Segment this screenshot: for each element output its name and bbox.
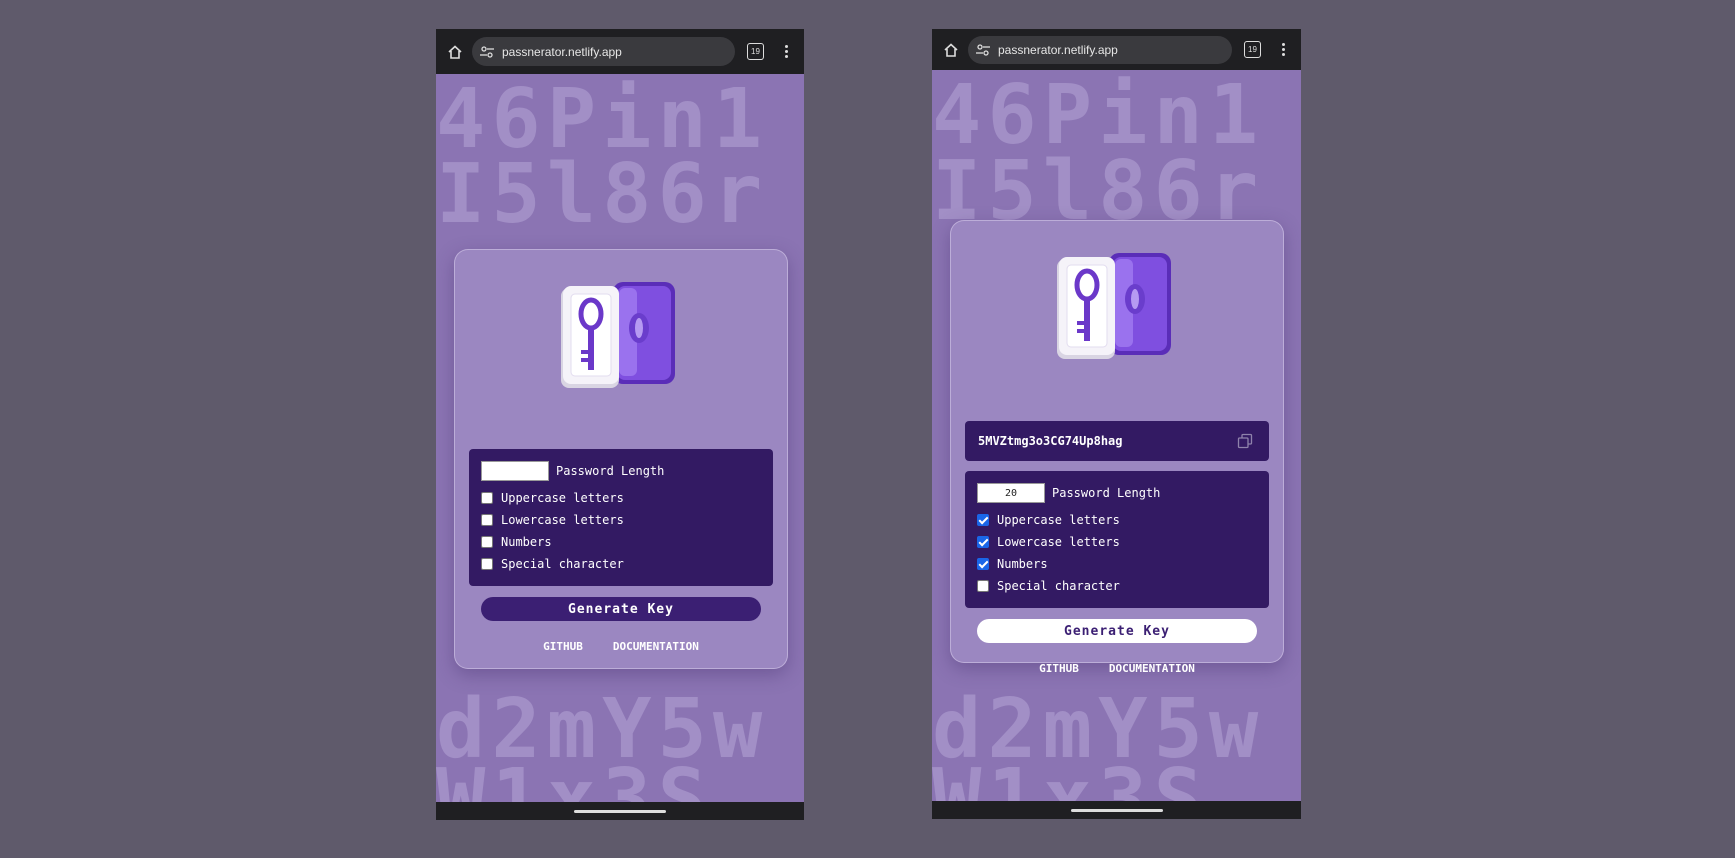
options-panel: 20 Password Length Uppercase letters Low… <box>965 471 1269 608</box>
site-settings-icon[interactable] <box>480 45 494 58</box>
option-label: Lowercase letters <box>501 513 624 527</box>
option-uppercase[interactable]: Uppercase letters <box>977 513 1120 527</box>
length-input[interactable]: 20 <box>977 483 1045 503</box>
option-special[interactable]: Special character <box>481 557 624 571</box>
option-numbers[interactable]: Numbers <box>481 535 552 549</box>
phone-screen-right: 46Pin1 I5l86r d2mY5w W1x3S passnerator.n… <box>932 29 1301 819</box>
documentation-link[interactable]: DOCUMENTATION <box>1109 662 1195 675</box>
option-uppercase[interactable]: Uppercase letters <box>481 491 624 505</box>
length-input[interactable] <box>481 461 549 481</box>
home-indicator[interactable] <box>574 810 666 813</box>
option-lowercase[interactable]: Lowercase letters <box>977 535 1120 549</box>
home-icon[interactable] <box>446 43 464 61</box>
safe-key-logo <box>1057 253 1171 359</box>
home-indicator[interactable] <box>1070 809 1163 812</box>
tab-count: 19 <box>1248 45 1257 54</box>
safe-key-logo <box>561 282 675 388</box>
length-row: 20 Password Length <box>977 483 1160 503</box>
address-bar[interactable]: passnerator.netlify.app <box>968 35 1232 64</box>
option-label: Lowercase letters <box>997 535 1120 549</box>
option-numbers[interactable]: Numbers <box>977 557 1048 571</box>
browser-toolbar: passnerator.netlify.app 19 <box>436 29 804 74</box>
gesture-bar <box>436 802 804 820</box>
option-label: Numbers <box>997 557 1048 571</box>
options-panel: Password Length Uppercase letters Lowerc… <box>469 449 773 586</box>
option-label: Uppercase letters <box>501 491 624 505</box>
github-link[interactable]: GITHUB <box>543 640 583 653</box>
documentation-link[interactable]: DOCUMENTATION <box>613 640 699 653</box>
more-menu-icon[interactable] <box>1273 43 1293 56</box>
home-icon[interactable] <box>942 41 960 59</box>
option-label: Numbers <box>501 535 552 549</box>
special-checkbox[interactable] <box>481 558 493 570</box>
phone-screen-left: 46Pin1 I5l86r d2mY5w W1x3S passnerator.n… <box>436 29 804 820</box>
option-label: Special character <box>997 579 1120 593</box>
uppercase-checkbox[interactable] <box>481 492 493 504</box>
tab-count: 19 <box>751 47 760 56</box>
url-text: passnerator.netlify.app <box>998 42 1118 57</box>
tabs-icon[interactable]: 19 <box>1244 41 1261 58</box>
length-label: Password Length <box>1052 486 1161 500</box>
option-label: Uppercase letters <box>997 513 1120 527</box>
length-row: Password Length <box>481 461 664 481</box>
site-settings-icon[interactable] <box>976 43 990 56</box>
github-link[interactable]: GITHUB <box>1039 662 1079 675</box>
footer-links: GITHUB DOCUMENTATION <box>455 640 787 653</box>
bg-text-row: I5l86r <box>436 147 769 242</box>
generate-key-button[interactable]: Generate Key <box>977 619 1257 643</box>
address-bar[interactable]: passnerator.netlify.app <box>472 37 735 66</box>
length-label: Password Length <box>556 464 665 478</box>
footer-links: GITHUB DOCUMENTATION <box>951 662 1283 675</box>
more-menu-icon[interactable] <box>776 45 796 58</box>
option-lowercase[interactable]: Lowercase letters <box>481 513 624 527</box>
uppercase-checkbox[interactable] <box>977 514 989 526</box>
browser-toolbar: passnerator.netlify.app 19 <box>932 29 1301 70</box>
lowercase-checkbox[interactable] <box>481 514 493 526</box>
option-label: Special character <box>501 557 624 571</box>
generate-key-button[interactable]: Generate Key <box>481 597 761 621</box>
generator-card: Password Length Uppercase letters Lowerc… <box>454 249 788 669</box>
copy-icon[interactable] <box>1237 433 1253 449</box>
url-text: passnerator.netlify.app <box>502 44 622 59</box>
special-checkbox[interactable] <box>977 580 989 592</box>
lowercase-checkbox[interactable] <box>977 536 989 548</box>
tabs-icon[interactable]: 19 <box>747 43 764 60</box>
generated-password-box: 5MVZtmg3o3CG74Up8hag <box>965 421 1269 461</box>
numbers-checkbox[interactable] <box>481 536 493 548</box>
generator-card: 5MVZtmg3o3CG74Up8hag 20 Password Length … <box>950 220 1284 675</box>
gesture-bar <box>932 801 1301 819</box>
option-special[interactable]: Special character <box>977 579 1120 593</box>
numbers-checkbox[interactable] <box>977 558 989 570</box>
generated-password[interactable]: 5MVZtmg3o3CG74Up8hag <box>978 434 1123 448</box>
